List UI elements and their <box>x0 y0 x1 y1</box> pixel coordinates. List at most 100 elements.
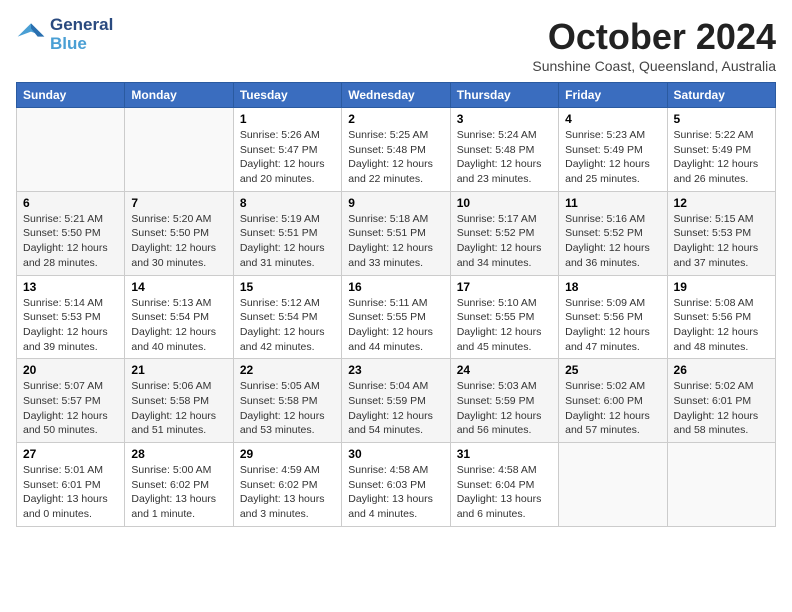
calendar-cell: 22Sunrise: 5:05 AM Sunset: 5:58 PM Dayli… <box>233 359 341 443</box>
calendar-cell <box>667 443 775 527</box>
day-number: 4 <box>565 112 660 126</box>
calendar-cell: 12 Sunrise: 5:15 AM Sunset: 5:53 PM Dayli… <box>667 191 775 275</box>
calendar-cell: 24Sunrise: 5:03 AM Sunset: 5:59 PM Dayli… <box>450 359 558 443</box>
day-number: 20 <box>23 363 118 377</box>
day-info: Sunrise: 5:23 AM Sunset: 5:49 PM Dayligh… <box>565 128 660 187</box>
day-number: 9 <box>348 196 443 210</box>
day-number: 11 <box>565 196 660 210</box>
calendar-week-1: 1 Sunrise: 5:26 AM Sunset: 5:47 PM Daylig… <box>17 108 776 192</box>
calendar-cell <box>559 443 667 527</box>
calendar-week-2: 6 Sunrise: 5:21 AM Sunset: 5:50 PM Daylig… <box>17 191 776 275</box>
day-info: Sunrise: 5:25 AM Sunset: 5:48 PM Dayligh… <box>348 128 443 187</box>
day-info: Sunrise: 5:01 AM Sunset: 6:01 PM Dayligh… <box>23 463 118 522</box>
day-info: Sunrise: 5:16 AM Sunset: 5:52 PM Dayligh… <box>565 212 660 271</box>
day-number: 8 <box>240 196 335 210</box>
day-info: Sunrise: 4:58 AM Sunset: 6:03 PM Dayligh… <box>348 463 443 522</box>
calendar-cell: 11 Sunrise: 5:16 AM Sunset: 5:52 PM Dayli… <box>559 191 667 275</box>
day-info: Sunrise: 4:59 AM Sunset: 6:02 PM Dayligh… <box>240 463 335 522</box>
calendar-cell: 10 Sunrise: 5:17 AM Sunset: 5:52 PM Dayli… <box>450 191 558 275</box>
day-number: 10 <box>457 196 552 210</box>
calendar-cell: 9 Sunrise: 5:18 AM Sunset: 5:51 PM Daylig… <box>342 191 450 275</box>
day-info: Sunrise: 5:08 AM Sunset: 5:56 PM Dayligh… <box>674 296 769 355</box>
day-number: 25 <box>565 363 660 377</box>
day-number: 17 <box>457 280 552 294</box>
calendar-week-4: 20 Sunrise: 5:07 AM Sunset: 5:57 PM Dayli… <box>17 359 776 443</box>
day-info: Sunrise: 5:21 AM Sunset: 5:50 PM Dayligh… <box>23 212 118 271</box>
calendar-cell: 17 Sunrise: 5:10 AM Sunset: 5:55 PM Dayli… <box>450 275 558 359</box>
day-number: 5 <box>674 112 769 126</box>
day-number: 14 <box>131 280 226 294</box>
day-number: 21 <box>131 363 226 377</box>
day-info: Sunrise: 5:12 AM Sunset: 5:54 PM Dayligh… <box>240 296 335 355</box>
calendar-cell: 13Sunrise: 5:14 AM Sunset: 5:53 PM Dayli… <box>17 275 125 359</box>
weekday-header-monday: Monday <box>125 83 233 108</box>
day-number: 31 <box>457 447 552 461</box>
day-info: Sunrise: 5:09 AM Sunset: 5:56 PM Dayligh… <box>565 296 660 355</box>
calendar-cell: 19 Sunrise: 5:08 AM Sunset: 5:56 PM Dayli… <box>667 275 775 359</box>
day-number: 19 <box>674 280 769 294</box>
day-info: Sunrise: 5:20 AM Sunset: 5:50 PM Dayligh… <box>131 212 226 271</box>
day-info: Sunrise: 5:04 AM Sunset: 5:59 PM Dayligh… <box>348 379 443 438</box>
calendar-week-3: 13Sunrise: 5:14 AM Sunset: 5:53 PM Dayli… <box>17 275 776 359</box>
day-info: Sunrise: 5:00 AM Sunset: 6:02 PM Dayligh… <box>131 463 226 522</box>
month-title: October 2024 <box>532 16 776 58</box>
logo: General Blue <box>16 16 113 53</box>
day-info: Sunrise: 5:19 AM Sunset: 5:51 PM Dayligh… <box>240 212 335 271</box>
page-header: General Blue October 2024 Sunshine Coast… <box>16 16 776 74</box>
calendar-cell: 8 Sunrise: 5:19 AM Sunset: 5:51 PM Daylig… <box>233 191 341 275</box>
day-info: Sunrise: 5:02 AM Sunset: 6:01 PM Dayligh… <box>674 379 769 438</box>
day-number: 7 <box>131 196 226 210</box>
day-number: 1 <box>240 112 335 126</box>
day-info: Sunrise: 5:22 AM Sunset: 5:49 PM Dayligh… <box>674 128 769 187</box>
calendar-cell: 16 Sunrise: 5:11 AM Sunset: 5:55 PM Dayli… <box>342 275 450 359</box>
day-info: Sunrise: 5:06 AM Sunset: 5:58 PM Dayligh… <box>131 379 226 438</box>
calendar-cell: 28Sunrise: 5:00 AM Sunset: 6:02 PM Dayli… <box>125 443 233 527</box>
day-info: Sunrise: 5:05 AM Sunset: 5:58 PM Dayligh… <box>240 379 335 438</box>
day-number: 26 <box>674 363 769 377</box>
calendar-cell: 26 Sunrise: 5:02 AM Sunset: 6:01 PM Dayli… <box>667 359 775 443</box>
day-number: 6 <box>23 196 118 210</box>
weekday-header-friday: Friday <box>559 83 667 108</box>
day-number: 30 <box>348 447 443 461</box>
day-number: 23 <box>348 363 443 377</box>
day-number: 2 <box>348 112 443 126</box>
day-info: Sunrise: 5:07 AM Sunset: 5:57 PM Dayligh… <box>23 379 118 438</box>
title-block: October 2024 Sunshine Coast, Queensland,… <box>532 16 776 74</box>
calendar-cell: 20 Sunrise: 5:07 AM Sunset: 5:57 PM Dayli… <box>17 359 125 443</box>
day-info: Sunrise: 5:18 AM Sunset: 5:51 PM Dayligh… <box>348 212 443 271</box>
day-info: Sunrise: 5:02 AM Sunset: 6:00 PM Dayligh… <box>565 379 660 438</box>
calendar-header-row: SundayMondayTuesdayWednesdayThursdayFrid… <box>17 83 776 108</box>
calendar-cell: 3Sunrise: 5:24 AM Sunset: 5:48 PM Daylig… <box>450 108 558 192</box>
calendar-cell: 15 Sunrise: 5:12 AM Sunset: 5:54 PM Dayli… <box>233 275 341 359</box>
calendar-cell: 27 Sunrise: 5:01 AM Sunset: 6:01 PM Dayli… <box>17 443 125 527</box>
day-number: 12 <box>674 196 769 210</box>
calendar-cell: 18 Sunrise: 5:09 AM Sunset: 5:56 PM Dayli… <box>559 275 667 359</box>
day-info: Sunrise: 5:14 AM Sunset: 5:53 PM Dayligh… <box>23 296 118 355</box>
day-number: 27 <box>23 447 118 461</box>
calendar-cell <box>17 108 125 192</box>
day-number: 15 <box>240 280 335 294</box>
day-number: 18 <box>565 280 660 294</box>
calendar-cell <box>125 108 233 192</box>
day-info: Sunrise: 5:03 AM Sunset: 5:59 PM Dayligh… <box>457 379 552 438</box>
calendar-cell: 4 Sunrise: 5:23 AM Sunset: 5:49 PM Daylig… <box>559 108 667 192</box>
day-number: 16 <box>348 280 443 294</box>
weekday-header-wednesday: Wednesday <box>342 83 450 108</box>
day-info: Sunrise: 5:26 AM Sunset: 5:47 PM Dayligh… <box>240 128 335 187</box>
day-info: Sunrise: 5:13 AM Sunset: 5:54 PM Dayligh… <box>131 296 226 355</box>
calendar-cell: 5 Sunrise: 5:22 AM Sunset: 5:49 PM Daylig… <box>667 108 775 192</box>
weekday-header-saturday: Saturday <box>667 83 775 108</box>
day-info: Sunrise: 5:15 AM Sunset: 5:53 PM Dayligh… <box>674 212 769 271</box>
day-info: Sunrise: 5:10 AM Sunset: 5:55 PM Dayligh… <box>457 296 552 355</box>
day-info: Sunrise: 4:58 AM Sunset: 6:04 PM Dayligh… <box>457 463 552 522</box>
calendar-cell: 31 Sunrise: 4:58 AM Sunset: 6:04 PM Dayli… <box>450 443 558 527</box>
calendar-cell: 6 Sunrise: 5:21 AM Sunset: 5:50 PM Daylig… <box>17 191 125 275</box>
weekday-header-tuesday: Tuesday <box>233 83 341 108</box>
day-number: 29 <box>240 447 335 461</box>
day-info: Sunrise: 5:17 AM Sunset: 5:52 PM Dayligh… <box>457 212 552 271</box>
weekday-header-thursday: Thursday <box>450 83 558 108</box>
calendar-table: SundayMondayTuesdayWednesdayThursdayFrid… <box>16 82 776 527</box>
logo-icon <box>16 20 46 50</box>
day-info: Sunrise: 5:11 AM Sunset: 5:55 PM Dayligh… <box>348 296 443 355</box>
calendar-week-5: 27 Sunrise: 5:01 AM Sunset: 6:01 PM Dayli… <box>17 443 776 527</box>
